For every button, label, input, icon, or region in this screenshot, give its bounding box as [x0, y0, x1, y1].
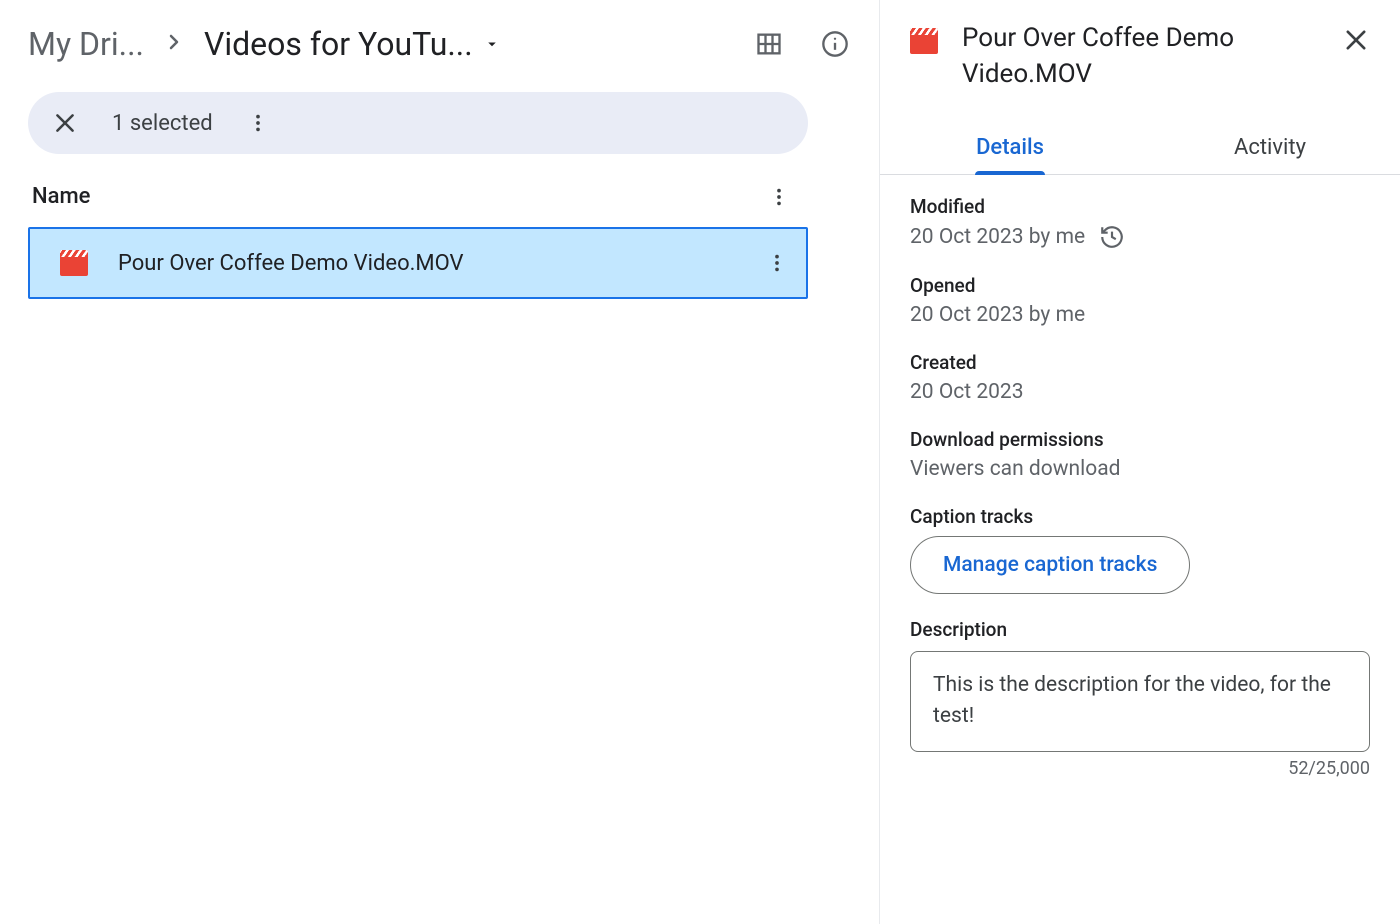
field-opened: Opened 20 Oct 2023 by me [910, 274, 1370, 327]
selection-more-button[interactable] [247, 112, 269, 134]
chevron-right-icon [162, 30, 186, 58]
layout-grid-button[interactable] [745, 20, 793, 68]
details-body: Modified 20 Oct 2023 by me Opened 20 Oct… [910, 175, 1370, 803]
description-label: Description [910, 618, 1370, 641]
panel-tabs: Details Activity [880, 121, 1400, 175]
created-value: 20 Oct 2023 [910, 380, 1370, 404]
list-header: Name [28, 184, 808, 227]
details-panel: Pour Over Coffee Demo Video.MOV Details … [880, 0, 1400, 924]
manage-caption-tracks-button[interactable]: Manage caption tracks [910, 536, 1190, 594]
description-char-count: 52/25,000 [910, 758, 1370, 779]
info-icon [821, 30, 849, 58]
download-label: Download permissions [910, 428, 1370, 451]
created-label: Created [910, 351, 1370, 374]
more-vert-icon [768, 186, 790, 208]
field-created: Created 20 Oct 2023 [910, 351, 1370, 404]
column-name[interactable]: Name [32, 184, 90, 209]
tab-details[interactable]: Details [880, 121, 1140, 174]
file-more-button[interactable] [766, 252, 788, 274]
field-download-permissions: Download permissions Viewers can downloa… [910, 428, 1370, 481]
folder-name: Videos for YouTu... [204, 25, 473, 63]
file-row[interactable]: Pour Over Coffee Demo Video.MOV [28, 227, 808, 299]
panel-header: Pour Over Coffee Demo Video.MOV [910, 20, 1370, 93]
file-name: Pour Over Coffee Demo Video.MOV [118, 251, 736, 276]
modified-label: Modified [910, 195, 1370, 218]
close-panel-button[interactable] [1342, 20, 1370, 54]
panel-title: Pour Over Coffee Demo Video.MOV [962, 20, 1318, 93]
modified-text: 20 Oct 2023 by me [910, 225, 1085, 249]
field-caption-tracks: Caption tracks Manage caption tracks [910, 505, 1370, 594]
field-description: Description This is the description for … [910, 618, 1370, 779]
tab-activity[interactable]: Activity [1140, 121, 1400, 174]
field-modified: Modified 20 Oct 2023 by me [910, 195, 1370, 250]
video-file-icon [910, 28, 938, 54]
history-icon[interactable] [1099, 224, 1125, 250]
clear-selection-button[interactable] [52, 110, 78, 136]
opened-label: Opened [910, 274, 1370, 297]
selection-count: 1 selected [112, 111, 213, 136]
info-button[interactable] [811, 20, 859, 68]
more-vert-icon [247, 112, 269, 134]
caption-label: Caption tracks [910, 505, 1370, 528]
caret-down-icon [483, 35, 501, 53]
selection-bar: 1 selected [28, 92, 808, 154]
more-vert-icon [766, 252, 788, 274]
close-icon [52, 110, 78, 136]
video-file-icon [60, 250, 88, 276]
description-input[interactable]: This is the description for the video, f… [910, 651, 1370, 752]
main-pane: My Dri... Videos for YouTu... 1 selected… [0, 0, 880, 924]
modified-value: 20 Oct 2023 by me [910, 224, 1370, 250]
breadcrumb-root[interactable]: My Dri... [28, 25, 144, 63]
grid-icon [755, 30, 783, 58]
breadcrumb-current-folder[interactable]: Videos for YouTu... [204, 25, 501, 63]
close-icon [1342, 26, 1370, 54]
list-header-more-button[interactable] [768, 186, 790, 208]
breadcrumb: My Dri... Videos for YouTu... [28, 20, 859, 68]
download-value: Viewers can download [910, 457, 1370, 481]
opened-value: 20 Oct 2023 by me [910, 303, 1370, 327]
